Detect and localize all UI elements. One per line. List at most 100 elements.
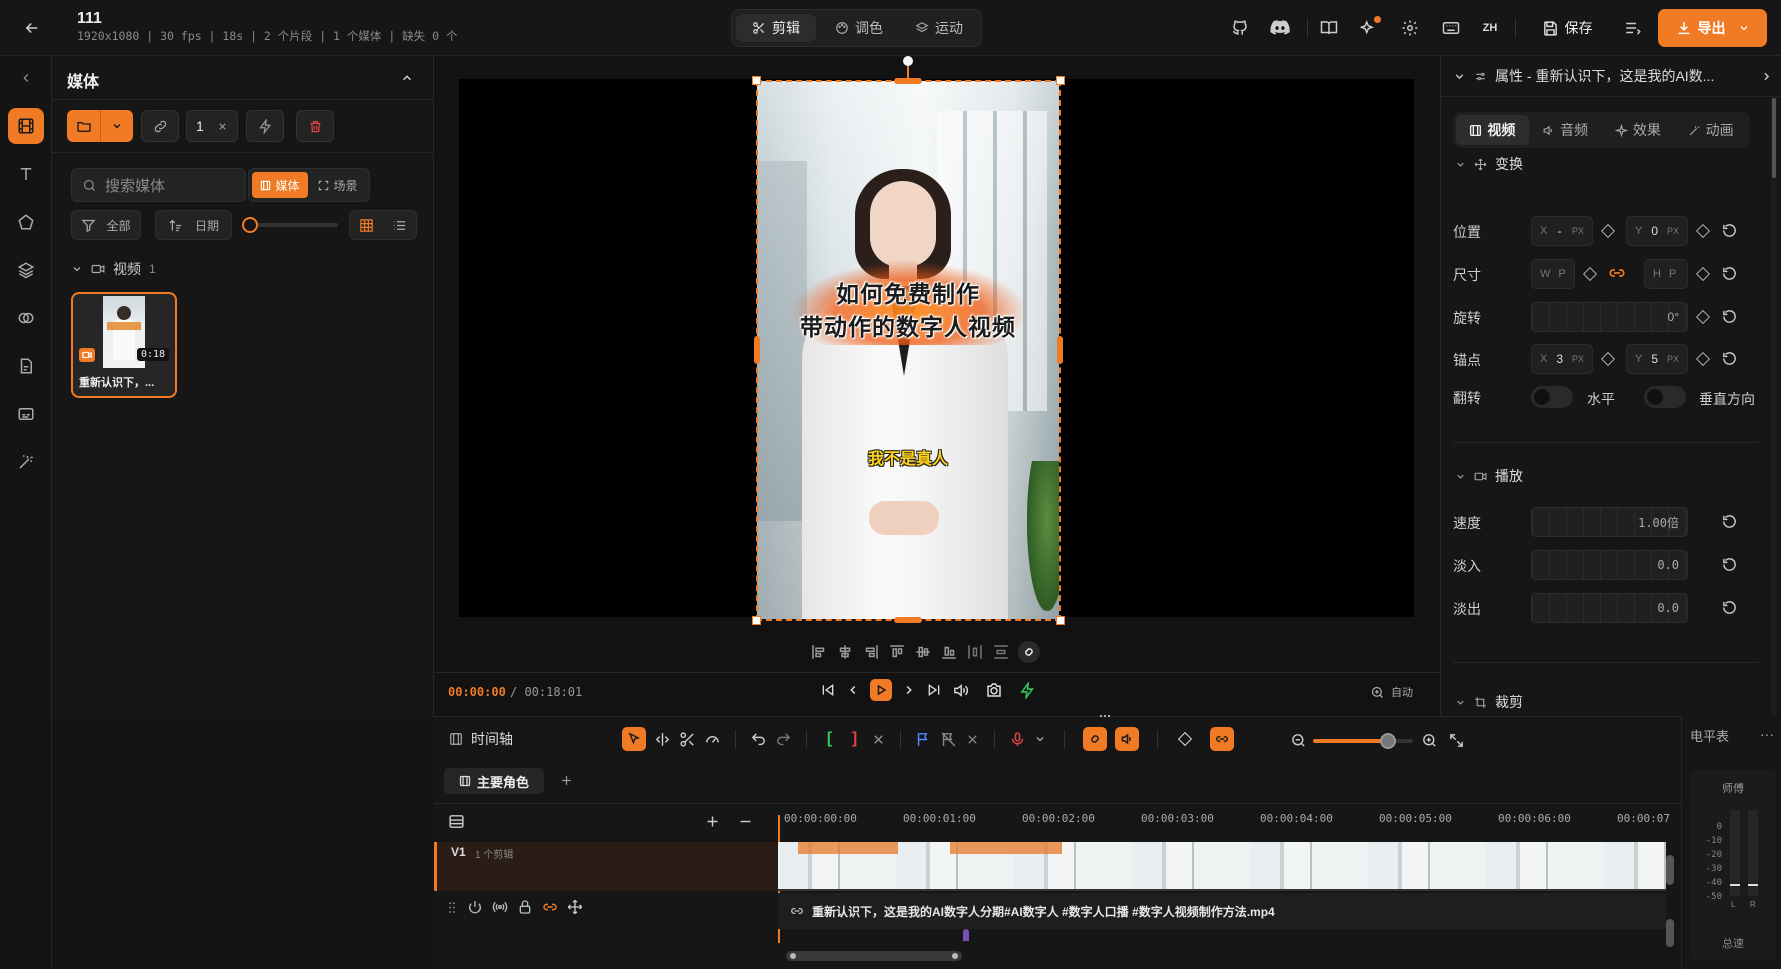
zoom-slider-handle[interactable]	[1380, 733, 1396, 749]
lock-icon[interactable]	[517, 899, 533, 915]
sidebar-item-shapes[interactable]	[8, 204, 44, 240]
align-right-icon[interactable]	[862, 643, 880, 661]
align-top-icon[interactable]	[888, 643, 906, 661]
fade-out-input[interactable]: 0.0	[1531, 593, 1688, 623]
close-icon[interactable]	[217, 121, 228, 132]
language-button[interactable]: ZH	[1476, 14, 1504, 42]
mark-in-icon[interactable]: [	[821, 730, 838, 748]
clear-marks-icon[interactable]	[871, 732, 886, 747]
zoom-out-icon[interactable]	[1290, 732, 1307, 749]
bolt-icon[interactable]	[1019, 681, 1036, 699]
distribute-v-icon[interactable]	[992, 643, 1010, 661]
clear-markers-icon[interactable]	[965, 732, 980, 747]
anchor-y-input[interactable]: Y 5 PX	[1626, 344, 1688, 374]
docs-button[interactable]	[1315, 14, 1343, 42]
anchor-x-input[interactable]: X 3 PX	[1531, 344, 1593, 374]
resize-handle-top[interactable]	[894, 78, 922, 84]
resize-handle-bl[interactable]	[752, 616, 761, 625]
search-input[interactable]: 搜索媒体	[71, 168, 246, 202]
fade-in-input[interactable]: 0.0	[1531, 550, 1688, 580]
marker-off-icon[interactable]	[940, 731, 957, 748]
resize-handle-tl[interactable]	[752, 76, 761, 85]
tab-animation[interactable]: 动画	[1674, 120, 1747, 140]
grid-view-button[interactable]	[350, 211, 383, 239]
magnet-snap-button[interactable]	[1083, 727, 1107, 751]
save-button[interactable]: 保存	[1527, 10, 1607, 46]
sidebar-item-text[interactable]	[8, 156, 44, 192]
section-playback[interactable]: 播放	[1455, 466, 1523, 486]
collapse-sidebar-button[interactable]	[14, 66, 38, 90]
distribute-h-icon[interactable]	[966, 643, 984, 661]
section-transform[interactable]: 变换	[1455, 154, 1523, 174]
align-left-icon[interactable]	[810, 643, 828, 661]
align-bottom-icon[interactable]	[940, 643, 958, 661]
reset-icon[interactable]	[1721, 350, 1738, 367]
flip-vertical-toggle[interactable]	[1644, 386, 1686, 408]
tab-media[interactable]: 媒体	[252, 172, 308, 198]
ai-button[interactable]	[1355, 14, 1383, 42]
thumbnail-size-slider[interactable]	[242, 217, 338, 233]
redo-icon[interactable]	[775, 731, 792, 748]
fullscreen-icon[interactable]	[1448, 732, 1465, 749]
quick-action-button[interactable]	[246, 110, 284, 142]
track-menu-icon[interactable]	[448, 813, 465, 830]
tab-audio[interactable]: 音频	[1529, 120, 1602, 140]
reset-icon[interactable]	[1721, 513, 1738, 530]
tab-effects[interactable]: 效果	[1602, 120, 1675, 140]
chevron-down-icon[interactable]	[1034, 733, 1046, 745]
mark-out-icon[interactable]: ]	[846, 730, 863, 748]
discord-button[interactable]	[1266, 14, 1294, 42]
keyframe-icon[interactable]	[1695, 309, 1711, 325]
sort-dropdown[interactable]: 日期	[155, 210, 232, 240]
marker-flag-icon[interactable]	[915, 731, 932, 748]
sidebar-item-media[interactable]	[8, 108, 44, 144]
delete-button[interactable]	[296, 110, 334, 142]
mode-color-tab[interactable]: 调色	[820, 14, 898, 42]
link-icon[interactable]	[542, 899, 558, 915]
selection-box[interactable]	[756, 80, 1061, 621]
section-crop[interactable]: 裁剪	[1455, 692, 1523, 712]
broadcast-icon[interactable]	[492, 899, 508, 915]
resize-handle-br[interactable]	[1056, 616, 1065, 625]
add-track-icon[interactable]	[704, 813, 721, 830]
link-clips-button[interactable]	[1210, 727, 1234, 751]
audio-clip[interactable]: 重新认识下，这是我的AI数字人分期#AI数字人 #数字人口播 #数字人视频制作方…	[778, 893, 1666, 929]
keyframe-diamond-icon[interactable]	[1176, 731, 1194, 747]
reset-icon[interactable]	[1721, 265, 1738, 282]
position-x-input[interactable]: X - PX	[1531, 216, 1593, 246]
audio-snap-button[interactable]	[1115, 727, 1139, 751]
timeline-ruler[interactable]: 00:00:00:00 00:00:01:00 00:00:02:00 00:0…	[778, 805, 1681, 831]
link-icon[interactable]	[1608, 264, 1626, 282]
keyframe-icon[interactable]	[1600, 223, 1616, 239]
collapse-media-button[interactable]	[395, 66, 419, 90]
camera-icon[interactable]	[985, 681, 1003, 699]
properties-header[interactable]: 属性 - 重新认识下，这是我的AI数...	[1453, 62, 1773, 90]
timeline-hscroll[interactable]	[786, 951, 962, 961]
keyframe-icon[interactable]	[1695, 266, 1711, 282]
scissors-icon[interactable]	[679, 731, 696, 748]
microphone-icon[interactable]	[1009, 731, 1026, 748]
sidebar-item-stickers[interactable]	[8, 300, 44, 336]
sidebar-item-magic[interactable]	[8, 444, 44, 480]
step-back-icon[interactable]	[846, 683, 860, 697]
import-button[interactable]	[67, 110, 133, 142]
resize-handle-bottom[interactable]	[894, 617, 922, 623]
timeline-resize-handle[interactable]	[1098, 712, 1112, 720]
zoom-in-icon[interactable]	[1421, 732, 1438, 749]
volume-icon[interactable]	[952, 682, 969, 699]
export-button[interactable]: 导出	[1658, 9, 1767, 47]
filter-dropdown[interactable]: 全部	[71, 210, 141, 240]
timeline-vscroll[interactable]	[1666, 847, 1674, 947]
sidebar-item-captions[interactable]	[8, 396, 44, 432]
play-button[interactable]	[870, 679, 892, 701]
position-y-input[interactable]: Y 0 PX	[1626, 216, 1688, 246]
add-sequence-icon[interactable]	[559, 773, 574, 788]
chevron-right-icon[interactable]	[1760, 70, 1773, 83]
media-card[interactable]: 0:18 重新认识下，...	[71, 292, 177, 398]
track-header-v1[interactable]: V1 1 个剪辑	[434, 842, 778, 891]
reset-icon[interactable]	[1721, 599, 1738, 616]
settings-button[interactable]	[1396, 14, 1424, 42]
drag-handle-icon[interactable]	[446, 900, 458, 915]
link-button[interactable]	[141, 110, 179, 142]
reset-icon[interactable]	[1721, 556, 1738, 573]
